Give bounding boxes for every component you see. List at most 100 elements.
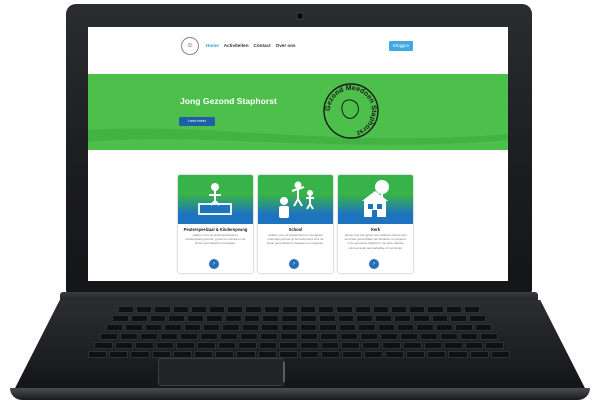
keyboard-key — [455, 324, 473, 331]
keyboard-key — [112, 315, 129, 322]
keyboard-key — [136, 306, 153, 313]
keyboard-key — [391, 306, 408, 313]
touchpad-divider — [283, 362, 285, 382]
keyboard-key — [238, 342, 257, 349]
keyboard-key — [262, 315, 280, 322]
keyboard-key — [409, 306, 426, 313]
keyboard-key — [160, 333, 178, 340]
card-kerk[interactable]: Kerk Samen met het geloof voor iedereen … — [338, 175, 413, 273]
keyboard-key — [155, 342, 175, 349]
keyboard-key — [149, 315, 167, 322]
keyboard-key — [197, 342, 216, 349]
card-title: School — [288, 227, 303, 232]
keyboard-key — [263, 306, 280, 313]
keyboard-key — [257, 351, 277, 358]
keyboard-key — [358, 324, 376, 331]
keyboard-key — [445, 306, 462, 313]
chevron-right-icon[interactable]: › — [369, 259, 379, 269]
keyboard-key — [375, 315, 392, 322]
keyboard-key — [215, 351, 235, 358]
keyboard-key — [187, 315, 204, 322]
keyboard-key — [183, 324, 201, 331]
keyboard-key — [338, 324, 357, 331]
keyboard-key — [118, 306, 135, 313]
keyboard-key — [94, 342, 113, 349]
keyboard-key — [88, 351, 108, 358]
keyboard-key — [135, 342, 154, 349]
keyboard-key — [485, 342, 504, 349]
keyboard-key — [320, 342, 340, 349]
keyboard-key — [100, 333, 118, 340]
nav-link-contact[interactable]: Contact — [254, 43, 271, 48]
nav-link-home[interactable]: Home — [206, 43, 219, 48]
keyboard-key — [423, 342, 443, 349]
keyboard-key — [460, 333, 478, 340]
card-text: welkom voor de basisschool en voortgezet… — [267, 233, 324, 246]
keyboard-key — [300, 315, 317, 322]
keyboard-key — [435, 324, 454, 331]
gezond-meedoen-badge: Gezond Meedoen Staphorst — [320, 80, 382, 142]
keyboard-key — [372, 306, 389, 313]
keyboard-key — [172, 351, 192, 358]
site-logo-icon[interactable]: ☺ — [181, 37, 199, 55]
card-peuterspeelzaal[interactable]: Peuterspeelzaal & Kinderopvang welkom vo… — [178, 175, 253, 273]
keyboard-key — [361, 342, 381, 349]
nav-link-activiteiten[interactable]: Activiteiten — [224, 43, 249, 48]
login-button[interactable]: Inloggen — [389, 41, 413, 51]
keyboard-key — [154, 306, 171, 313]
keyboard-key — [474, 324, 492, 331]
keyboard-key — [380, 333, 398, 340]
keyboard-key — [427, 306, 444, 313]
hero-title: Jong Gezond Staphorst — [180, 96, 277, 106]
children-play-icon — [258, 175, 333, 224]
keyboard-key — [403, 342, 422, 349]
chevron-right-icon[interactable]: › — [289, 259, 299, 269]
touchpad — [158, 358, 284, 386]
keyboard-key — [342, 351, 362, 358]
chevron-right-icon[interactable]: › — [209, 259, 219, 269]
keyboard-key — [490, 351, 510, 358]
keyboard-key — [176, 342, 195, 349]
keyboard-key — [130, 351, 150, 358]
keyboard-key — [450, 315, 468, 322]
keyboard-key — [258, 342, 278, 349]
keyboard-key — [120, 333, 138, 340]
laptop-keyboard — [70, 306, 530, 366]
keyboard-key — [164, 324, 182, 331]
keyboard-key — [106, 324, 124, 331]
keyboard-key — [337, 315, 355, 322]
keyboard-key — [194, 351, 214, 358]
keyboard-key — [363, 351, 383, 358]
keyboard-key — [260, 333, 278, 340]
keyboard-key — [168, 315, 186, 322]
keyboard-key — [279, 342, 298, 349]
keyboard-key — [300, 306, 317, 313]
card-school[interactable]: School welkom voor de basisschool en voo… — [258, 175, 333, 273]
hero-wave — [88, 124, 508, 145]
keyboard-key — [300, 342, 319, 349]
keyboard-key — [222, 324, 240, 331]
keyboard-key — [236, 351, 256, 358]
keyboard-key — [243, 315, 261, 322]
keyboard-key — [281, 306, 298, 313]
laptop-screen: ☺ Home Activiteiten Contact Over ons Inl… — [88, 27, 508, 281]
keyboard-key — [420, 333, 438, 340]
keyboard-key — [151, 351, 171, 358]
keyboard-key — [318, 315, 336, 322]
svg-text:Gezond Meedoen Staphorst: Gezond Meedoen Staphorst — [325, 85, 377, 136]
keyboard-key — [224, 315, 242, 322]
keyboard-key — [377, 324, 395, 331]
card-text: Samen met het geloof voor iedereen samen… — [344, 233, 407, 250]
nav-links: Home Activiteiten Contact Over ons — [206, 43, 296, 48]
keyboard-key — [320, 333, 338, 340]
keyboard-key — [217, 342, 237, 349]
keyboard-key — [206, 315, 223, 322]
keyboard-key — [397, 324, 415, 331]
keyboard-key — [464, 342, 484, 349]
card-text: welkom voor de peuterspeelzaal en kinder… — [185, 233, 246, 246]
keyboard-key — [245, 306, 262, 313]
keyboard-key — [227, 306, 244, 313]
read-more-button[interactable]: Lees meer — [179, 117, 215, 126]
keyboard-key — [319, 324, 337, 331]
nav-link-over-ons[interactable]: Over ons — [276, 43, 296, 48]
